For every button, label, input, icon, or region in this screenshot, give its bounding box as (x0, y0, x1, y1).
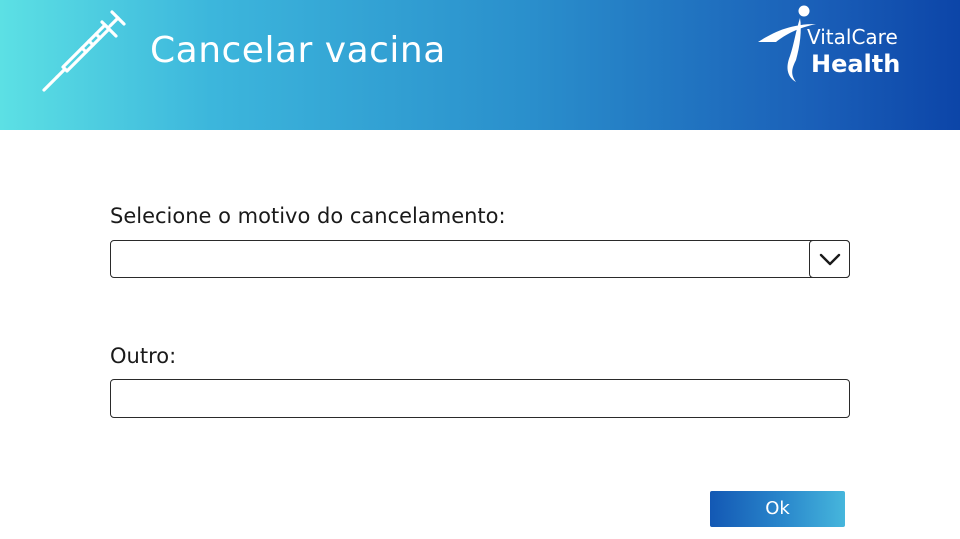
header-bar: Cancelar vacina VitalCare Health (0, 0, 960, 130)
other-reason-input[interactable] (110, 379, 850, 418)
ok-button[interactable]: Ok (710, 491, 845, 527)
reason-label: Selecione o motivo do cancelamento: (110, 204, 506, 228)
page-title: Cancelar vacina (150, 30, 446, 71)
brand-name-health: Health (811, 50, 901, 78)
cancel-vaccine-screen: Cancelar vacina VitalCare Health Selecio… (0, 0, 960, 539)
reason-dropdown-toggle[interactable] (809, 240, 850, 278)
brand-name-vitalcare: VitalCare (807, 25, 898, 49)
other-label: Outro: (110, 344, 177, 368)
reason-select[interactable] (110, 240, 850, 278)
chevron-down-icon (819, 253, 841, 266)
syringe-icon (42, 10, 126, 92)
brand-logo: VitalCare Health (752, 2, 922, 86)
